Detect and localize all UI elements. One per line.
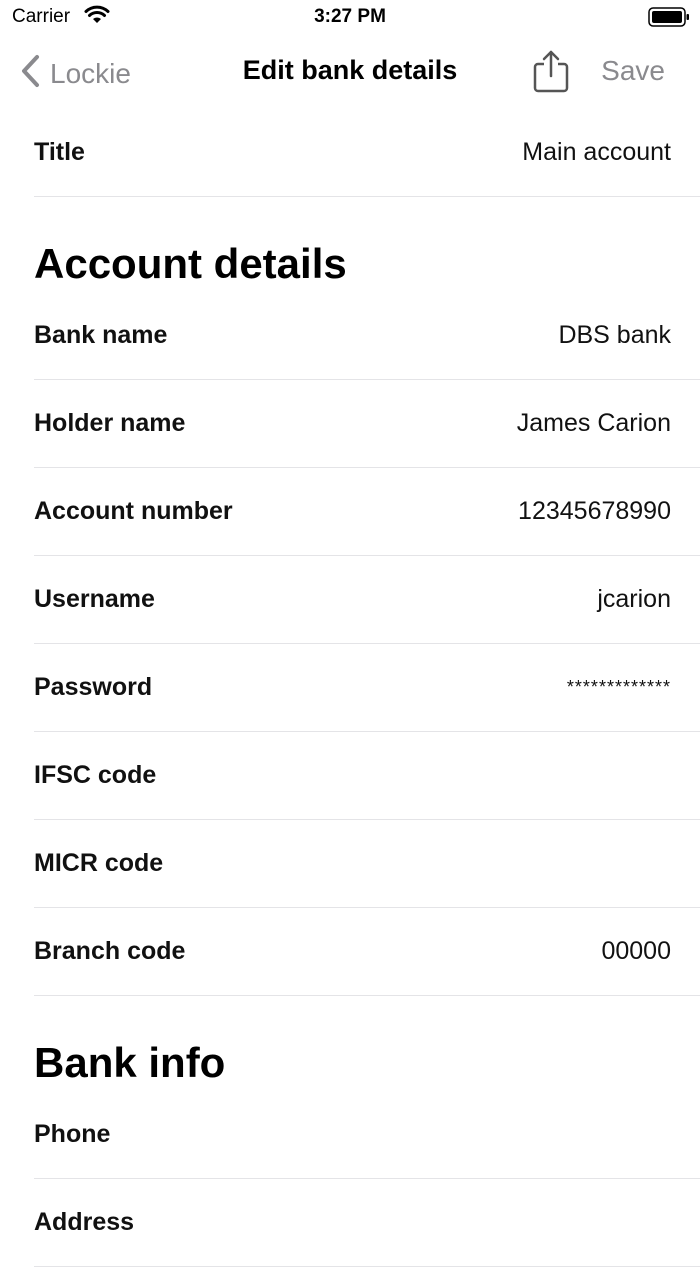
account-number-value[interactable]: 12345678990 bbox=[518, 468, 671, 555]
ifsc-code-row[interactable]: IFSC code bbox=[34, 732, 700, 820]
title-label: Title bbox=[34, 138, 85, 166]
chevron-left-icon bbox=[20, 54, 40, 93]
bank-name-label: Bank name bbox=[34, 321, 168, 349]
branch-code-label: Branch code bbox=[34, 937, 186, 965]
password-label: Password bbox=[34, 673, 153, 701]
back-label: Lockie bbox=[50, 57, 131, 89]
share-icon bbox=[532, 50, 570, 98]
title-row[interactable]: Title Main account bbox=[34, 109, 700, 197]
status-bar: Carrier 3:27 PM bbox=[0, 0, 700, 36]
navigation-bar: Lockie Edit bank details Save bbox=[0, 36, 700, 108]
micr-code-row[interactable]: MICR code bbox=[34, 820, 700, 908]
title-value[interactable]: Main account bbox=[522, 109, 671, 196]
bank-name-value[interactable]: DBS bank bbox=[558, 292, 671, 379]
phone-label: Phone bbox=[34, 1120, 111, 1148]
password-value[interactable]: ************* bbox=[567, 644, 671, 731]
share-button[interactable] bbox=[532, 48, 570, 99]
branch-code-row[interactable]: Branch code 00000 bbox=[34, 908, 700, 996]
holder-name-value[interactable]: James Carion bbox=[517, 380, 671, 467]
address-row[interactable]: Address bbox=[34, 1179, 700, 1267]
holder-name-label: Holder name bbox=[34, 409, 186, 437]
account-number-label: Account number bbox=[34, 497, 233, 525]
battery-icon bbox=[648, 7, 690, 32]
save-button[interactable]: Save bbox=[601, 55, 665, 87]
bank-info-header: Bank info bbox=[34, 1039, 226, 1086]
address-label: Address bbox=[34, 1208, 135, 1236]
micr-code-label: MICR code bbox=[34, 849, 164, 877]
back-button[interactable]: Lockie bbox=[20, 54, 131, 93]
password-row[interactable]: Password ************* bbox=[34, 644, 700, 732]
bank-name-row[interactable]: Bank name DBS bank bbox=[34, 292, 700, 380]
branch-code-value[interactable]: 00000 bbox=[601, 908, 671, 995]
username-value[interactable]: jcarion bbox=[597, 556, 671, 643]
holder-name-row[interactable]: Holder name James Carion bbox=[34, 380, 700, 468]
username-row[interactable]: Username jcarion bbox=[34, 556, 700, 644]
phone-row[interactable]: Phone bbox=[34, 1091, 700, 1179]
status-time: 3:27 PM bbox=[314, 6, 386, 27]
username-label: Username bbox=[34, 585, 155, 613]
account-details-header: Account details bbox=[34, 240, 347, 287]
ifsc-code-label: IFSC code bbox=[34, 761, 157, 789]
account-number-row[interactable]: Account number 12345678990 bbox=[34, 468, 700, 556]
